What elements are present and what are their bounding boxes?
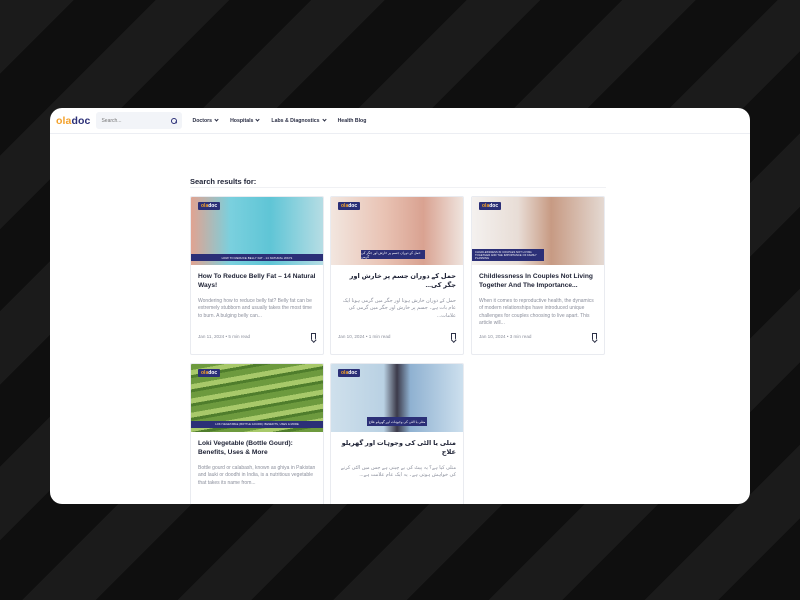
chevron-down-icon <box>321 117 327 122</box>
article-meta: Jan 10, 2024 • 3 min read <box>472 327 604 345</box>
blog-card-itching-pregnancy[interactable]: oladoc حمل کے دوران جسم پر خارش اور جگر … <box>330 196 464 355</box>
bookmark-icon[interactable] <box>451 332 456 340</box>
top-navbar: oladoc Doctors Hospitals Labs & Diagnost… <box>50 108 750 134</box>
thumbnail-banner: Childlessness in Couples Not Living Toge… <box>472 249 544 261</box>
search-icon[interactable] <box>171 117 178 124</box>
main-menu: Doctors Hospitals Labs & Diagnostics Hea… <box>192 117 378 124</box>
oladoc-badge: oladoc <box>338 369 361 377</box>
article-thumbnail[interactable]: oladoc Loki Vegetable (Bottle Gourd): Be… <box>191 364 323 432</box>
article-excerpt: Wondering how to reduce belly fat? Belly… <box>198 298 312 319</box>
article-title[interactable]: How To Reduce Belly Fat – 14 Natural Way… <box>191 265 323 295</box>
article-thumbnail[interactable]: oladoc How to Reduce Belly Fat - 14 Natu… <box>191 197 323 265</box>
logo-letters-doc: doc <box>71 114 91 127</box>
thumbnail-banner: متلی یا الٹی کی وجوہات اور گھریلو علاج <box>367 417 427 426</box>
menu-item-label: Labs & Diagnostics <box>271 117 320 124</box>
search-box[interactable] <box>96 112 183 129</box>
thumbnail-banner: How to Reduce Belly Fat - 14 Natural Way… <box>191 254 323 261</box>
thumbnail-banner: Loki Vegetable (Bottle Gourd): Benefits,… <box>191 421 323 428</box>
article-title[interactable]: حمل کے دوران جسم پر خارش اور جگر کی... <box>331 265 463 295</box>
menu-item-health-blog[interactable]: Health Blog <box>338 118 367 124</box>
article-thumbnail[interactable]: oladoc Childlessness in Couples Not Livi… <box>472 197 604 265</box>
article-thumbnail[interactable]: oladoc متلی یا الٹی کی وجوہات اور گھریلو… <box>331 364 463 432</box>
blog-card-nausea[interactable]: oladoc متلی یا الٹی کی وجوہات اور گھریلو… <box>330 363 464 504</box>
menu-item-label: Health Blog <box>337 117 367 124</box>
oladoc-badge: oladoc <box>338 202 361 210</box>
bookmark-icon[interactable] <box>311 332 316 340</box>
article-meta: Jan 11, 2024 • 5 min read <box>191 327 323 345</box>
article-excerpt: حمل کے دوران خارش ہونا اور جگر میں گرمی … <box>342 298 456 319</box>
article-date: Jan 11, 2024 • 5 min read <box>198 333 251 339</box>
search-input[interactable] <box>101 117 162 124</box>
browser-window: oladoc Doctors Hospitals Labs & Diagnost… <box>50 108 750 504</box>
oladoc-logo[interactable]: o la doc <box>56 115 90 127</box>
article-excerpt: متلی کیا ہے؟ یہ پیٹ کی بے چینی ہے جس میں… <box>340 465 456 479</box>
article-excerpt: When it comes to reproductive health, th… <box>479 298 594 327</box>
article-title[interactable]: متلی یا الٹی کی وجوہات اور گھریلو علاج <box>331 432 463 462</box>
article-title[interactable]: Loki Vegetable (Bottle Gourd): Benefits,… <box>191 432 323 462</box>
oladoc-badge: oladoc <box>198 369 221 377</box>
search-results-heading: Search results for: <box>190 177 257 186</box>
menu-item-doctors[interactable]: Doctors <box>192 117 219 124</box>
blog-card-belly-fat[interactable]: oladoc How to Reduce Belly Fat - 14 Natu… <box>190 196 324 355</box>
blog-card-loki-vegetable[interactable]: oladoc Loki Vegetable (Bottle Gourd): Be… <box>190 363 324 504</box>
bookmark-icon[interactable] <box>592 332 597 340</box>
menu-item-label: Hospitals <box>230 117 254 124</box>
divider <box>190 187 606 188</box>
thumbnail-banner: حمل کے دوران جسم پر خارش اور جگر کی گرمی <box>361 250 425 259</box>
chevron-down-icon <box>214 117 219 122</box>
oladoc-badge: oladoc <box>198 202 221 210</box>
article-thumbnail[interactable]: oladoc حمل کے دوران جسم پر خارش اور جگر … <box>331 197 463 265</box>
blog-card-childlessness[interactable]: oladoc Childlessness in Couples Not Livi… <box>471 196 605 355</box>
article-meta: Jan 10, 2024 • 1 min read <box>331 327 463 345</box>
article-date: Jan 10, 2024 • 3 min read <box>479 333 532 339</box>
chevron-down-icon <box>255 117 261 122</box>
oladoc-badge: oladoc <box>479 202 502 210</box>
logo-letters-la: la <box>62 114 72 127</box>
menu-item-label: Doctors <box>192 117 213 124</box>
menu-item-hospitals[interactable]: Hospitals <box>230 117 261 124</box>
article-excerpt: Bottle gourd or calabash, known as ghiya… <box>198 465 316 486</box>
menu-item-labs-diagnostics[interactable]: Labs & Diagnostics <box>271 117 327 124</box>
article-date: Jan 10, 2024 • 1 min read <box>338 333 391 339</box>
article-title[interactable]: Childlessness In Couples Not Living Toge… <box>472 265 604 295</box>
